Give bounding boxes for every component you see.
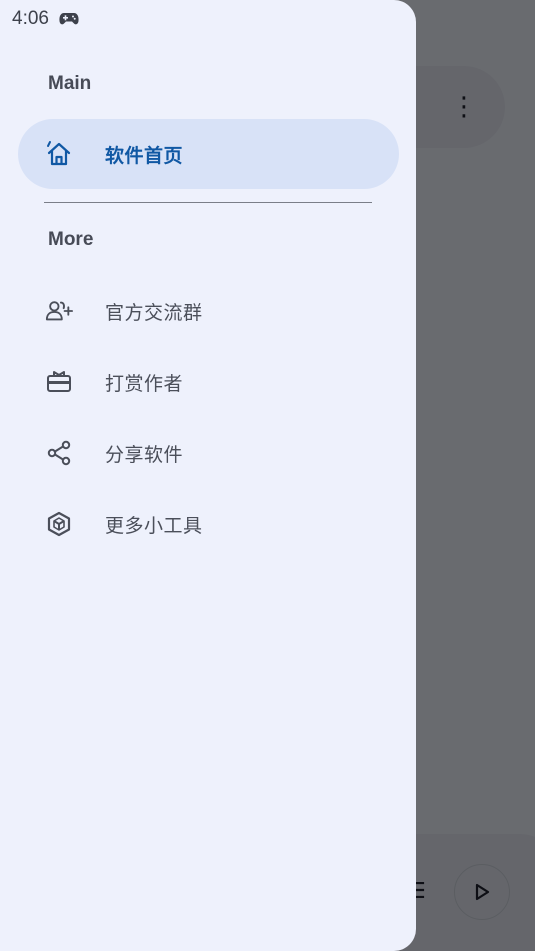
status-time: 4:06 <box>12 8 49 29</box>
navigation-drawer: 4:06 Main 软件首页 More 官方交流群 打赏作者 分享软件 更多小工… <box>0 0 416 951</box>
nav-item-tip-author[interactable]: 打赏作者 <box>18 347 399 417</box>
home-icon <box>45 140 73 168</box>
nav-item-official-group[interactable]: 官方交流群 <box>18 276 399 346</box>
section-divider <box>44 202 372 203</box>
nav-item-label: 打赏作者 <box>105 372 184 395</box>
nav-item-home[interactable]: 软件首页 <box>18 119 399 189</box>
status-bar: 4:06 <box>12 7 79 31</box>
nav-item-label: 软件首页 <box>105 144 184 167</box>
section-label-main: Main <box>48 73 92 94</box>
nav-item-label: 官方交流群 <box>105 301 203 324</box>
section-label-more: More <box>48 229 94 250</box>
share-icon <box>45 439 73 467</box>
nav-item-label: 更多小工具 <box>105 514 203 537</box>
gamepad-icon <box>59 13 79 25</box>
cube-icon <box>45 510 73 538</box>
gift-card-icon <box>45 368 73 396</box>
nav-item-label: 分享软件 <box>105 443 184 466</box>
nav-item-more-tools[interactable]: 更多小工具 <box>18 489 399 559</box>
group-add-icon <box>45 297 73 325</box>
nav-item-share-app[interactable]: 分享软件 <box>18 418 399 488</box>
